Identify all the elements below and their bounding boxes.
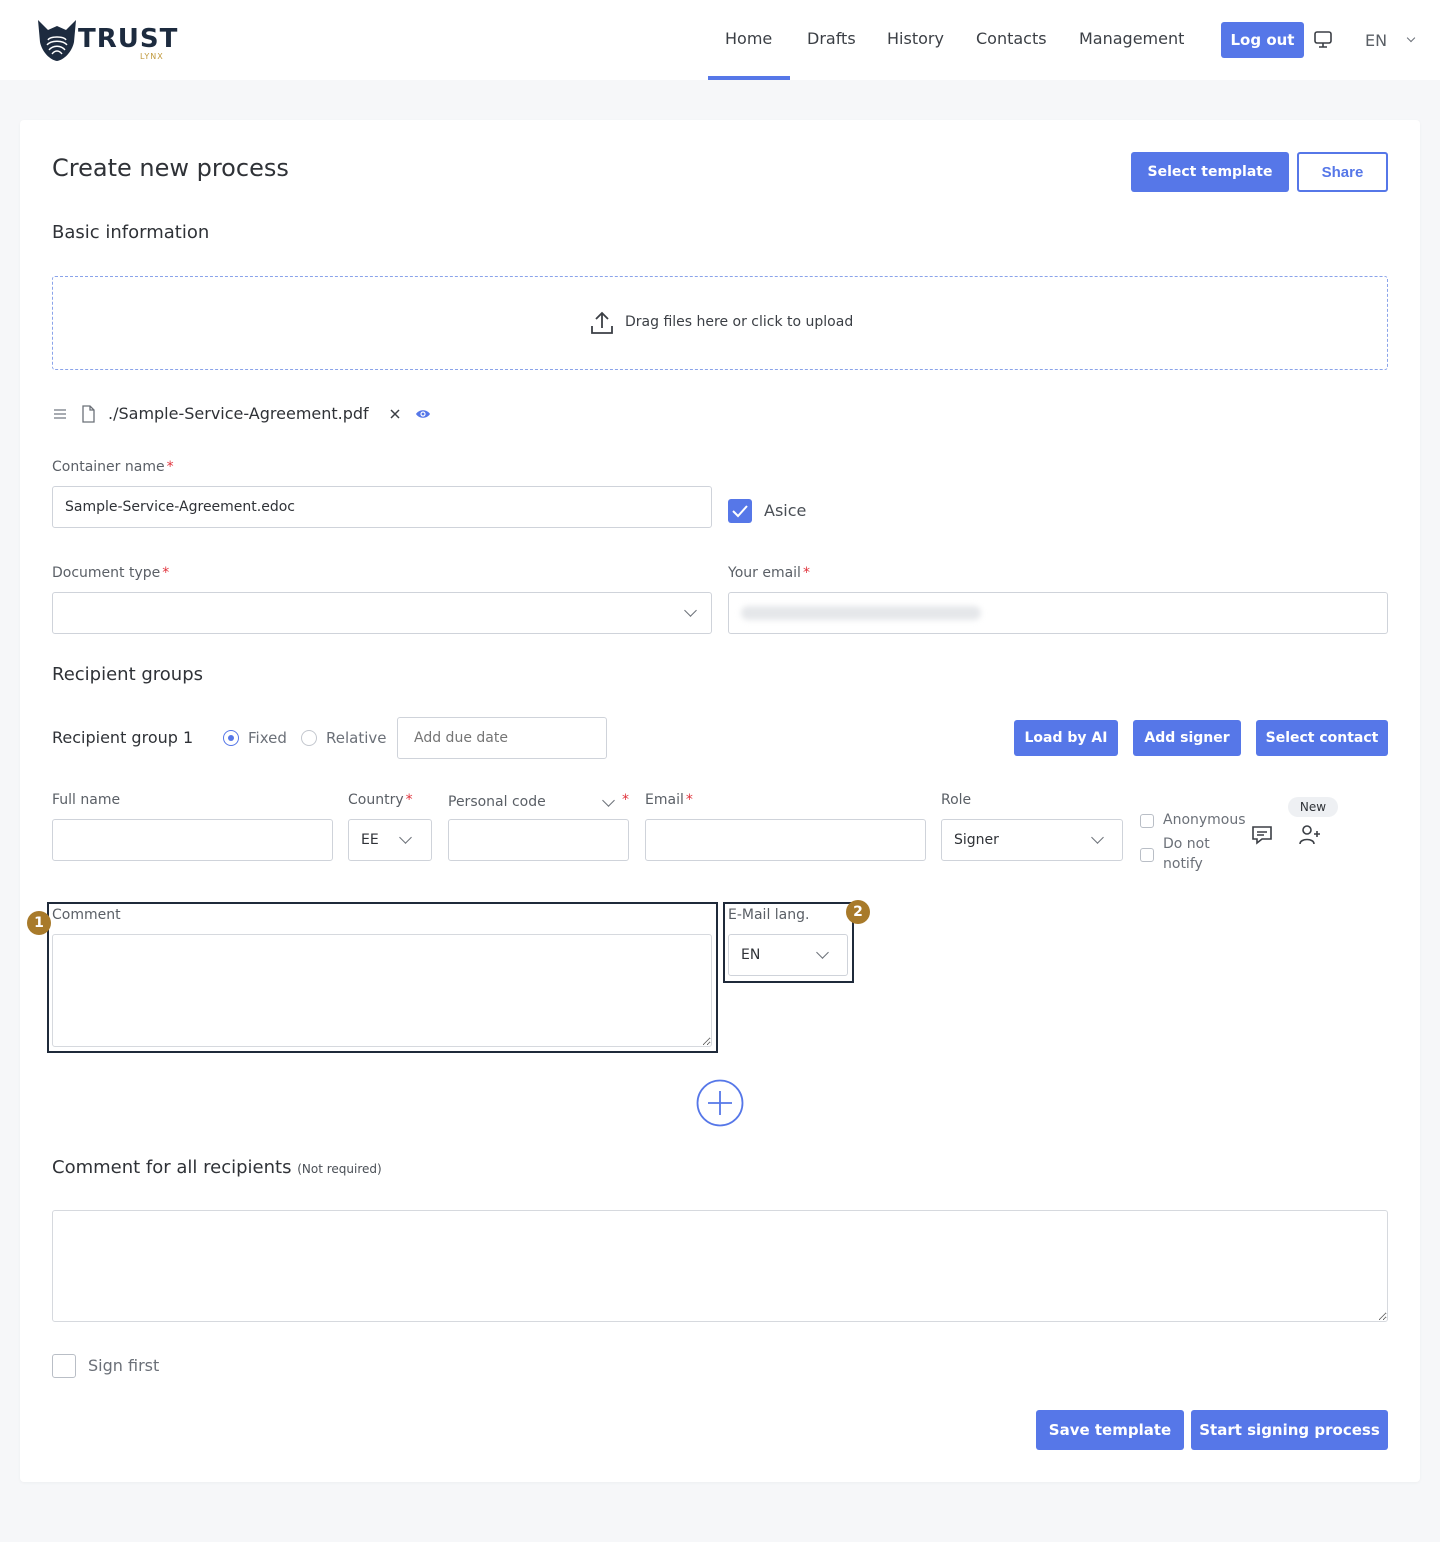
required-marker: * [802, 565, 810, 581]
comment-textarea[interactable] [52, 934, 712, 1047]
recipient-groups-heading: Recipient groups [52, 664, 204, 685]
nav-contacts[interactable]: Contacts [976, 29, 1047, 48]
required-marker: * [162, 565, 170, 581]
your-email-input[interactable] [728, 592, 1388, 634]
basic-information-heading: Basic information [52, 222, 210, 243]
sign-first-checkbox[interactable] [52, 1354, 76, 1378]
anonymous-checkbox[interactable] [1140, 814, 1154, 828]
recipient-email-input[interactable] [645, 819, 926, 861]
comment-bubble-icon[interactable] [1251, 824, 1273, 846]
comment-all-label: Comment for all recipients [52, 1157, 292, 1178]
lynx-logo-icon [38, 20, 76, 61]
new-badge: New [1288, 797, 1338, 817]
relative-label: Relative [326, 729, 387, 747]
required-marker: * [405, 792, 413, 808]
nav-history[interactable]: History [887, 29, 944, 48]
comment-all-heading: Comment for all recipients (Not required… [52, 1157, 382, 1178]
logout-button[interactable]: Log out [1221, 22, 1304, 58]
country-label: Country * [348, 792, 413, 808]
full-name-input[interactable] [52, 819, 333, 861]
marker-2: 2 [846, 900, 870, 924]
do-not-notify-checkbox[interactable] [1140, 848, 1154, 862]
container-name-input[interactable]: Sample-Service-Agreement.edoc [52, 486, 712, 528]
notify-label: notify [1163, 856, 1203, 872]
logo-text: TRUST [78, 24, 179, 54]
relative-radio[interactable] [301, 730, 317, 746]
comment-all-textarea[interactable] [52, 1210, 1388, 1322]
add-signer-button[interactable]: Add signer [1133, 720, 1241, 756]
personal-code-label: Personal code [448, 794, 546, 810]
country-label-text: Country [348, 792, 404, 808]
sign-first-label: Sign first [88, 1356, 160, 1375]
document-type-label-text: Document type [52, 565, 161, 581]
email-label-text: Email [645, 792, 684, 808]
required-marker: * [622, 792, 629, 808]
preview-eye-icon[interactable] [415, 407, 431, 421]
nav-active-indicator [708, 76, 790, 80]
document-type-select[interactable] [52, 592, 712, 634]
language-selector[interactable]: EN [1365, 31, 1387, 50]
radio-dot [227, 734, 234, 741]
due-date-input[interactable] [397, 717, 607, 759]
file-icon [82, 405, 95, 423]
upload-text: Drag files here or click to upload [625, 314, 854, 330]
add-recipient-group-icon[interactable] [696, 1079, 744, 1127]
country-select[interactable]: EE [348, 819, 432, 861]
required-marker: * [166, 459, 174, 475]
anonymous-label: Anonymous [1163, 812, 1246, 828]
select-template-button[interactable]: Select template [1131, 152, 1289, 192]
nav-home[interactable]: Home [725, 29, 772, 48]
asice-checkbox[interactable] [728, 499, 752, 523]
monitor-icon[interactable] [1313, 30, 1333, 50]
recipient-group-title: Recipient group 1 [52, 728, 194, 747]
full-name-label: Full name [52, 792, 121, 808]
container-name-label: Container name * [52, 459, 174, 475]
start-signing-process-button[interactable]: Start signing process [1191, 1410, 1388, 1450]
marker-1: 1 [27, 911, 51, 935]
save-template-button[interactable]: Save template [1036, 1410, 1184, 1450]
your-email-label-text: Your email [728, 565, 801, 581]
email-lang-select[interactable]: EN [728, 934, 848, 976]
top-header: TRUST LYNX Home Drafts History Contacts … [0, 0, 1440, 80]
language-chevron-icon[interactable] [1406, 33, 1416, 43]
share-button[interactable]: Share [1297, 152, 1388, 192]
add-person-icon[interactable] [1298, 823, 1322, 847]
your-email-label: Your email * [728, 565, 810, 581]
fixed-radio[interactable] [223, 730, 239, 746]
remove-file-icon[interactable] [389, 408, 401, 420]
load-by-ai-button[interactable]: Load by AI [1014, 720, 1118, 756]
email-lang-label: E-Mail lang. [728, 907, 810, 923]
container-name-label-text: Container name [52, 459, 165, 475]
blurred-email-value [741, 606, 981, 620]
upload-icon [591, 311, 613, 334]
select-contact-button[interactable]: Select contact [1256, 720, 1388, 756]
not-required-note: (Not required) [297, 1162, 382, 1176]
nav-management[interactable]: Management [1079, 29, 1184, 48]
logo-subtext: LYNX [140, 52, 164, 61]
role-label: Role [941, 792, 972, 808]
personal-code-input[interactable] [448, 819, 629, 861]
drag-handle-icon[interactable] [53, 408, 67, 420]
do-not-label: Do not [1163, 836, 1210, 852]
email-label: Email * [645, 792, 693, 808]
page-title: Create new process [52, 154, 289, 182]
comment-label: Comment [52, 907, 121, 923]
nav-drafts[interactable]: Drafts [807, 29, 856, 48]
fixed-label: Fixed [248, 729, 287, 747]
logo[interactable]: TRUST LYNX [36, 16, 186, 64]
document-type-label: Document type * [52, 565, 169, 581]
checkmark-icon [732, 505, 748, 518]
asice-label: Asice [764, 501, 807, 520]
file-name: ./Sample-Service-Agreement.pdf [108, 404, 369, 423]
required-marker: * [685, 792, 693, 808]
